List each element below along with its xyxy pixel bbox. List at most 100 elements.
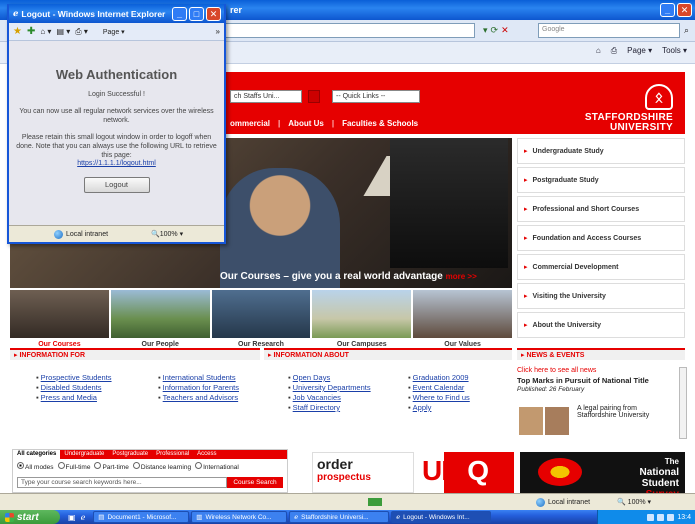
address-input[interactable] [225,23,475,38]
news-body: A legal pairing from Staffordshire Unive… [577,405,650,419]
logout-url-link[interactable]: https://1.1.1.1/logout.html [9,160,224,167]
chevron-right-icon[interactable]: » [216,27,220,36]
tab-all-categories[interactable]: All categories [13,450,61,459]
tray-network-icon[interactable] [647,513,655,521]
site-search-select[interactable]: ch Staffs Uni... [230,90,302,103]
print-icon[interactable]: ⎙ [611,46,617,56]
link-teachers[interactable]: Teachers and Advisors [158,393,239,403]
minimize-button[interactable]: _ [660,3,675,17]
tray-volume-icon[interactable] [657,513,665,521]
tools-menu[interactable]: Tools ▾ [662,46,687,56]
news-photo[interactable] [519,407,569,435]
information-for-heading: ▸ INFORMATION FOR [10,348,260,360]
nav-commercial[interactable]: ommercial [230,119,270,128]
tab-professional[interactable]: Professional [152,450,193,459]
thumb-courses[interactable]: Our Courses [10,290,109,348]
start-button[interactable]: start [0,510,60,524]
mode-distance[interactable]: Distance learning [132,462,191,471]
link-find-us[interactable]: Where to Find us [408,393,470,403]
tab-access[interactable]: Access [193,450,220,459]
stop-icon[interactable]: ✕ [501,25,509,36]
popup-security-zone[interactable]: Local intranet [54,229,108,239]
thumb-campuses[interactable]: Our Campuses [312,290,412,348]
popup-page-menu[interactable]: Page ▾ [103,28,125,36]
link-parents[interactable]: Information for Parents [158,383,239,393]
news-title[interactable]: Top Marks in Pursuit of National Title [517,376,685,385]
clock[interactable]: 13:4 [677,514,691,521]
menu-postgraduate[interactable]: ▸ Postgraduate Study [517,167,685,193]
hero-more-link[interactable]: more >> [446,272,477,281]
mode-part-time[interactable]: Part-time [94,462,129,471]
link-open-days[interactable]: Open Days [288,373,371,383]
link-graduation[interactable]: Graduation 2009 [408,373,470,383]
desktop-icon[interactable]: ▣ [68,513,76,522]
close-button[interactable]: ✕ [677,3,692,17]
link-disabled[interactable]: Disabled Students [36,383,112,393]
tray-security-icon[interactable] [667,513,675,521]
dropdown-icon[interactable]: ▾ [483,25,488,36]
link-apply[interactable]: Apply [408,403,470,413]
task-document1[interactable]: ▤ Document1 - Microsof... [93,511,190,523]
all-news-link[interactable]: Click here to see all news [517,367,685,374]
menu-visiting[interactable]: ▸ Visiting the University [517,283,685,309]
print-icon[interactable]: ⎙ ▾ [75,27,88,37]
link-event-calendar[interactable]: Event Calendar [408,383,470,393]
link-staff-directory[interactable]: Staff Directory [288,403,371,413]
site-search-go-button[interactable] [308,90,320,103]
menu-foundation[interactable]: ▸ Foundation and Access Courses [517,225,685,251]
link-international[interactable]: International Students [158,373,239,383]
task-staffordshire[interactable]: ℯ Staffordshire Universi... [289,511,390,523]
national-student-survey-promo[interactable]: The National Student Survey [520,452,685,500]
menu-undergraduate[interactable]: ▸ Undergraduate Study [517,138,685,164]
home-icon[interactable]: ⌂ ▾ [40,27,51,36]
popup-maximize-button[interactable]: □ [189,6,204,21]
link-press[interactable]: Press and Media [36,393,112,403]
course-search-input[interactable]: Type your course search keywords here... [17,477,227,488]
popup-status-bar: Local intranet 🔍100% ▾ [9,225,224,242]
popup-zoom-level[interactable]: 🔍100% ▾ [151,230,183,238]
menu-professional[interactable]: ▸ Professional and Short Courses [517,196,685,222]
order-prospectus-promo[interactable]: order prospectus [312,452,414,493]
browser-search-input[interactable]: Google [538,23,680,38]
link-vacancies[interactable]: Job Vacancies [288,393,371,403]
nav-about-us[interactable]: About Us [288,119,324,128]
add-favorite-icon[interactable]: ✚ [27,26,35,37]
uniq-promo[interactable]: UNIQ [414,452,514,493]
course-search-button[interactable]: Course Search [227,477,283,488]
feeds-icon[interactable]: ▤ ▾ [56,27,70,36]
quick-links-select[interactable]: -- Quick Links -- [332,90,420,103]
thumb-values[interactable]: Our Values [413,290,512,348]
link-prospective[interactable]: Prospective Students [36,373,112,383]
popup-titlebar[interactable]: ℯ Logout - Windows Internet Explorer _ □… [9,4,224,23]
task-logout[interactable]: ℯ Logout - Windows Int... [391,511,492,523]
network-info-text: You can now use all regular network serv… [19,108,214,124]
popup-minimize-button[interactable]: _ [172,6,187,21]
popup-close-button[interactable]: ✕ [206,6,221,21]
thumb-people[interactable]: Our People [110,290,210,348]
nav-faculties[interactable]: Faculties & Schools [342,119,418,128]
mode-all[interactable]: All modes [17,462,54,471]
zoom-level[interactable]: 🔍 100% ▾ [617,498,651,506]
logout-button[interactable]: Logout [83,177,150,193]
news-scrollbar[interactable] [679,367,687,439]
top-navigation: ommercial | About Us | Faculties & Schoo… [230,119,419,128]
thumb-research[interactable]: Our Research [211,290,311,348]
menu-label: About the University [532,321,601,329]
page-menu[interactable]: Page ▾ [627,46,652,56]
menu-about[interactable]: ▸ About the University [517,312,685,338]
home-icon[interactable]: ⌂ [596,46,601,56]
mode-full-time[interactable]: Full-time [57,462,90,471]
tab-undergraduate[interactable]: Undergraduate [60,450,108,459]
tab-postgraduate[interactable]: Postgraduate [108,450,152,459]
link-departments[interactable]: University Departments [288,383,371,393]
task-wireless[interactable]: ▥ Wireless Network Co... [191,511,288,523]
security-zone[interactable]: Local intranet [536,497,590,507]
favorites-star-icon[interactable]: ★ [13,26,22,37]
search-icon[interactable]: ⌕ [684,25,689,36]
news-panel: Click here to see all news Top Marks in … [517,367,687,439]
ie-launch-icon[interactable]: ℯ [81,513,86,522]
university-logo[interactable]: ᛟ STAFFORDSHIRE UNIVERSITY [585,84,673,133]
refresh-icon[interactable]: ⟳ [491,25,499,36]
mode-international[interactable]: International [195,462,239,471]
menu-commercial[interactable]: ▸ Commercial Development [517,254,685,280]
